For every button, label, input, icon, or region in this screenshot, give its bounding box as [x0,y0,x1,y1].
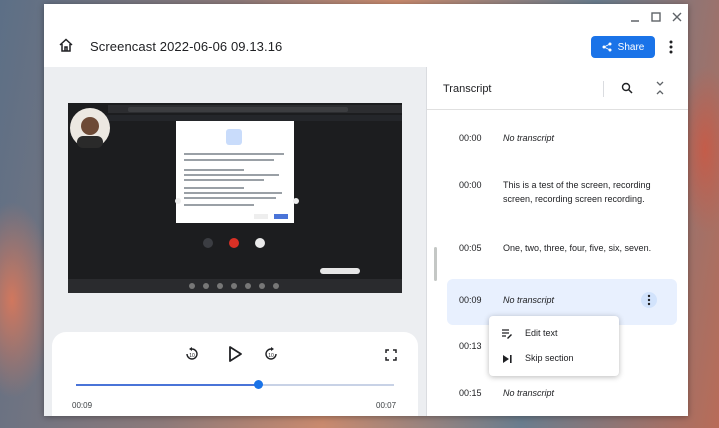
progress-knob[interactable] [254,380,263,389]
svg-text:10: 10 [189,353,195,359]
page-title: Screencast 2022-06-06 09.13.16 [90,39,283,54]
top-bar: Screencast 2022-06-06 09.13.16 Share [44,4,688,66]
transcript-title: Transcript [443,83,492,95]
close-icon[interactable] [670,10,684,24]
menu-item-label: Skip section [525,353,574,363]
skip-section-icon [503,355,512,363]
home-icon[interactable] [58,37,74,53]
row-time: 00:15 [459,388,482,398]
maximize-icon[interactable] [649,10,663,24]
menu-item-edit-text[interactable]: Edit text [489,322,619,346]
progress-fill [76,384,259,386]
more-options-icon[interactable] [666,39,676,55]
row-time: 00:05 [459,243,482,253]
header-divider [603,81,604,97]
collapse-icon[interactable] [654,80,666,96]
video-preview[interactable] [68,103,402,293]
video-pane: 10 10 00:09 00:07 [44,67,426,416]
row-text[interactable]: No transcript [503,386,663,400]
row-text[interactable]: This is a test of the screen, recording … [503,178,663,206]
svg-text:10: 10 [268,353,274,359]
row-time: 00:09 [459,295,482,305]
share-label: Share [617,41,645,53]
row-text[interactable]: No transcript [503,293,663,307]
menu-item-label: Edit text [525,328,558,338]
row-time: 00:13 [459,341,482,351]
current-time: 00:09 [72,401,93,410]
row-time: 00:00 [459,180,482,190]
row-text[interactable]: No transcript [503,131,663,145]
fullscreen-icon[interactable] [385,349,397,361]
edit-text-icon [502,329,512,339]
row-context-menu: Edit text Skip section [489,316,619,376]
search-icon[interactable] [621,82,633,94]
row-text[interactable]: One, two, three, four, five, six, seven. [503,241,663,255]
scrollbar-thumb[interactable] [434,247,437,281]
video-frame [68,103,402,293]
rewind-10-icon[interactable]: 10 [184,346,200,362]
minimize-icon[interactable] [628,10,642,24]
remaining-time: 00:07 [376,401,397,410]
row-time: 00:00 [459,133,482,143]
player-controls: 10 10 00:09 00:07 [52,332,418,416]
share-button[interactable]: Share [591,36,655,58]
row-more-button[interactable] [641,292,657,308]
more-vert-icon [647,294,651,306]
play-icon[interactable] [225,345,245,363]
share-icon [602,42,612,52]
transcript-header: Transcript [427,67,688,110]
forward-10-icon[interactable]: 10 [263,346,279,362]
menu-item-skip-section[interactable]: Skip section [489,347,619,371]
